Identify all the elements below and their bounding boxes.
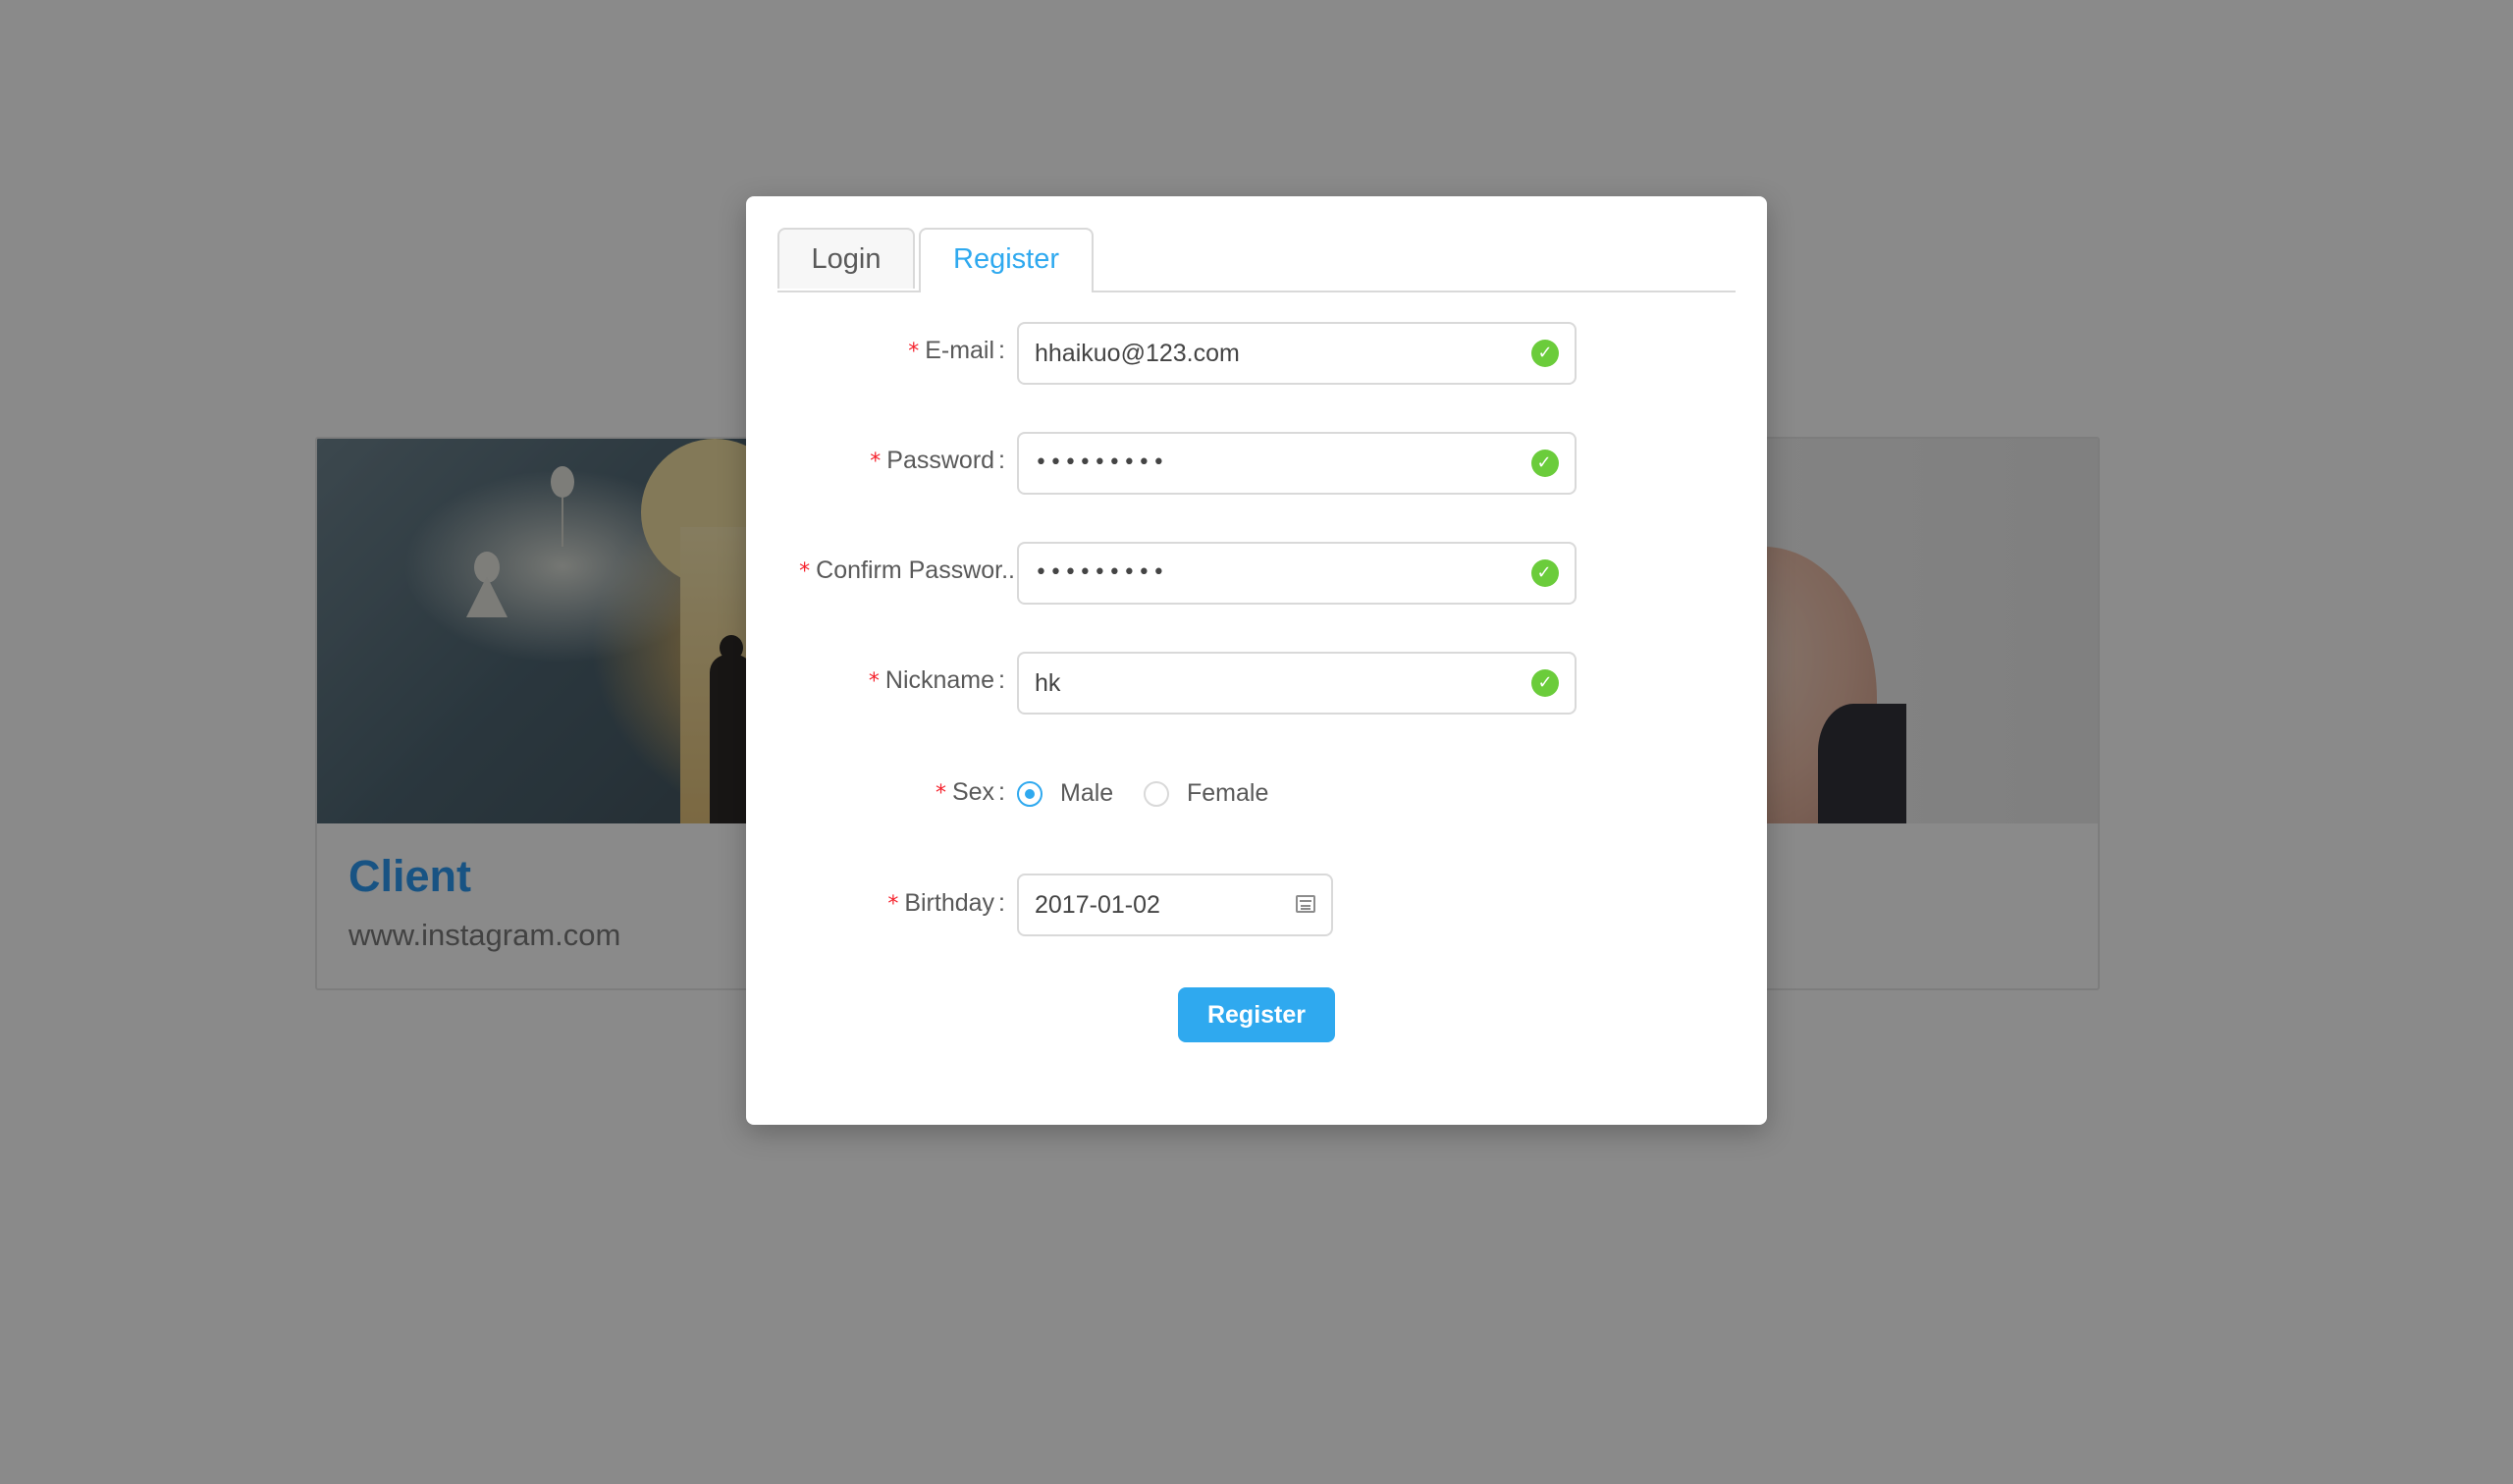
auth-tabs: Login Register <box>777 228 1736 292</box>
password-field[interactable]: ••••••••• ✓ <box>1017 432 1577 495</box>
check-circle-icon: ✓ <box>1531 669 1559 697</box>
calendar-icon[interactable] <box>1296 895 1315 913</box>
password-label: * Password: <box>870 447 1005 474</box>
auth-modal: Login Register * E-mail: hhaikuo@123.com … <box>746 196 1767 1125</box>
required-mark: * <box>908 340 920 364</box>
sex-radio-female[interactable]: Female <box>1144 779 1268 808</box>
tab-register[interactable]: Register <box>919 228 1094 292</box>
nickname-field[interactable]: hk ✓ <box>1017 652 1577 715</box>
required-mark: * <box>887 892 899 917</box>
email-label: * E-mail: <box>908 337 1005 364</box>
required-mark: * <box>935 781 946 806</box>
confirm-password-label: * Confirm Passwor.. <box>799 556 1015 584</box>
sex-radio-male[interactable]: Male <box>1017 779 1113 808</box>
check-circle-icon: ✓ <box>1531 340 1559 367</box>
check-circle-icon: ✓ <box>1531 450 1559 477</box>
check-circle-icon: ✓ <box>1531 559 1559 587</box>
birthday-date-picker[interactable]: 2017-01-02 <box>1017 874 1333 936</box>
email-field[interactable]: hhaikuo@123.com ✓ <box>1017 322 1577 385</box>
birthday-label: * Birthday: <box>887 889 1005 917</box>
radio-unchecked-icon[interactable] <box>1144 780 1169 807</box>
required-mark: * <box>799 559 811 584</box>
radio-checked-icon[interactable] <box>1017 780 1043 807</box>
confirm-password-field[interactable]: ••••••••• ✓ <box>1017 542 1577 605</box>
sex-label: * Sex: <box>935 778 1005 806</box>
register-button[interactable]: Register <box>1178 987 1335 1042</box>
nickname-label: * Nickname: <box>868 666 1005 694</box>
required-mark: * <box>870 450 882 474</box>
required-mark: * <box>868 669 880 694</box>
tab-login[interactable]: Login <box>777 228 915 289</box>
